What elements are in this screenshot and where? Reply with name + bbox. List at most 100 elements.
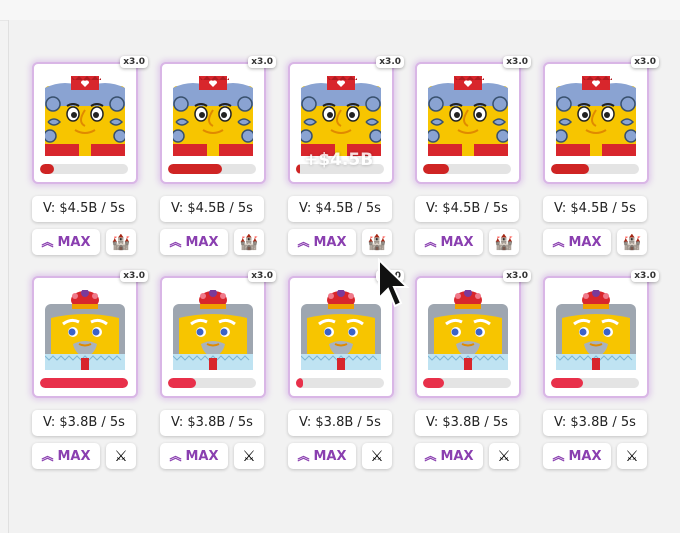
progress-bar bbox=[296, 378, 384, 388]
max-upgrade-button[interactable]: ︽ MAX bbox=[32, 229, 100, 255]
progress-bar bbox=[40, 378, 128, 388]
unit-card[interactable]: x3.0 bbox=[543, 270, 659, 398]
king-portrait-icon bbox=[299, 76, 383, 156]
unit-value-label: V: $3.8B / 5s bbox=[415, 410, 519, 436]
unit-value-label: V: $4.5B / 5s bbox=[160, 196, 264, 222]
progress-bar-fill bbox=[40, 378, 128, 388]
crossed-swords-button[interactable]: ⚔ bbox=[362, 443, 392, 469]
mouse-cursor-icon bbox=[378, 258, 410, 308]
double-chevron-up-icon: ︽ bbox=[297, 449, 310, 463]
max-upgrade-button[interactable]: ︽ MAX bbox=[415, 229, 483, 255]
progress-bar bbox=[168, 378, 256, 388]
crossed-swords-button[interactable]: ⚔ bbox=[489, 443, 519, 469]
crossed-swords-icon: ⚔ bbox=[114, 447, 128, 465]
max-upgrade-button[interactable]: ︽ MAX bbox=[160, 229, 228, 255]
double-chevron-up-icon: ︽ bbox=[552, 449, 565, 463]
progress-bar-fill bbox=[168, 164, 222, 174]
king-portrait-icon bbox=[172, 289, 253, 370]
progress-bar-fill bbox=[551, 164, 589, 174]
max-label: MAX bbox=[57, 449, 91, 464]
crossed-swords-icon: ⚔ bbox=[242, 447, 256, 465]
king-portrait-icon bbox=[43, 76, 127, 156]
unit-value-label: V: $4.5B / 5s bbox=[32, 196, 136, 222]
multiplier-badge: x3.0 bbox=[248, 270, 276, 282]
progress-bar-fill bbox=[40, 164, 55, 174]
king-portrait-icon bbox=[427, 289, 508, 370]
castle-button[interactable]: 🏰 bbox=[489, 229, 519, 255]
unit-card[interactable]: x3.0 bbox=[160, 270, 276, 398]
progress-bar-fill bbox=[423, 164, 450, 174]
max-label: MAX bbox=[185, 449, 219, 464]
max-upgrade-button[interactable]: ︽ MAX bbox=[415, 443, 483, 469]
income-popup: +$4.5B bbox=[304, 150, 374, 170]
progress-bar-fill bbox=[296, 164, 300, 174]
max-label: MAX bbox=[313, 235, 347, 250]
double-chevron-up-icon: ︽ bbox=[297, 235, 310, 249]
multiplier-badge: x3.0 bbox=[503, 56, 531, 68]
max-upgrade-button[interactable]: ︽ MAX bbox=[543, 443, 611, 469]
progress-bar-fill bbox=[423, 378, 445, 388]
double-chevron-up-icon: ︽ bbox=[424, 235, 437, 249]
multiplier-badge: x3.0 bbox=[631, 270, 659, 282]
king-portrait-icon bbox=[554, 76, 638, 156]
progress-bar-fill bbox=[551, 378, 583, 388]
max-upgrade-button[interactable]: ︽ MAX bbox=[32, 443, 100, 469]
multiplier-badge: x3.0 bbox=[631, 56, 659, 68]
castle-button[interactable]: 🏰 bbox=[362, 229, 392, 255]
max-upgrade-button[interactable]: ︽ MAX bbox=[288, 443, 356, 469]
king-portrait-icon bbox=[426, 76, 510, 156]
crossed-swords-button[interactable]: ⚔ bbox=[106, 443, 136, 469]
crossed-swords-icon: ⚔ bbox=[370, 447, 384, 465]
unit-value-label: V: $4.5B / 5s bbox=[288, 196, 392, 222]
crossed-swords-icon: ⚔ bbox=[497, 447, 511, 465]
castle-icon: 🏰 bbox=[111, 233, 131, 251]
unit-card[interactable]: x3.0 bbox=[32, 270, 148, 398]
max-label: MAX bbox=[440, 235, 474, 250]
unit-value-label: V: $3.8B / 5s bbox=[32, 410, 136, 436]
multiplier-badge: x3.0 bbox=[120, 270, 148, 282]
double-chevron-up-icon: ︽ bbox=[41, 449, 54, 463]
max-upgrade-button[interactable]: ︽ MAX bbox=[288, 229, 356, 255]
king-portrait-icon bbox=[44, 289, 125, 370]
crossed-swords-button[interactable]: ⚔ bbox=[234, 443, 264, 469]
progress-bar-fill bbox=[296, 378, 304, 388]
unit-value-label: V: $3.8B / 5s bbox=[160, 410, 264, 436]
castle-icon: 🏰 bbox=[622, 233, 642, 251]
castle-icon: 🏰 bbox=[239, 233, 259, 251]
max-label: MAX bbox=[313, 449, 347, 464]
double-chevron-up-icon: ︽ bbox=[169, 235, 182, 249]
castle-button[interactable]: 🏰 bbox=[234, 229, 264, 255]
unit-value-label: V: $4.5B / 5s bbox=[543, 196, 647, 222]
double-chevron-up-icon: ︽ bbox=[41, 235, 54, 249]
multiplier-badge: x3.0 bbox=[503, 270, 531, 282]
unit-card[interactable]: x3.0 bbox=[415, 56, 531, 184]
unit-card[interactable]: x3.0 bbox=[415, 270, 531, 398]
unit-card[interactable]: x3.0 bbox=[160, 56, 276, 184]
multiplier-badge: x3.0 bbox=[376, 56, 404, 68]
crossed-swords-icon: ⚔ bbox=[625, 447, 639, 465]
progress-bar bbox=[551, 164, 639, 174]
king-portrait-icon bbox=[300, 289, 381, 370]
progress-bar bbox=[40, 164, 128, 174]
king-portrait-icon bbox=[171, 76, 255, 156]
progress-bar bbox=[551, 378, 639, 388]
double-chevron-up-icon: ︽ bbox=[552, 235, 565, 249]
unit-card[interactable]: x3.0 bbox=[543, 56, 659, 184]
unit-value-label: V: $4.5B / 5s bbox=[415, 196, 519, 222]
unit-card[interactable]: x3.0 +$4.5B bbox=[288, 56, 404, 184]
castle-button[interactable]: 🏰 bbox=[617, 229, 647, 255]
max-label: MAX bbox=[440, 449, 474, 464]
max-upgrade-button[interactable]: ︽ MAX bbox=[543, 229, 611, 255]
crossed-swords-button[interactable]: ⚔ bbox=[617, 443, 647, 469]
castle-icon: 🏰 bbox=[494, 233, 514, 251]
double-chevron-up-icon: ︽ bbox=[169, 449, 182, 463]
unit-value-label: V: $3.8B / 5s bbox=[288, 410, 392, 436]
max-upgrade-button[interactable]: ︽ MAX bbox=[160, 443, 228, 469]
king-portrait-icon bbox=[555, 289, 636, 370]
max-label: MAX bbox=[57, 235, 91, 250]
unit-card[interactable]: x3.0 bbox=[32, 56, 148, 184]
castle-button[interactable]: 🏰 bbox=[106, 229, 136, 255]
progress-bar bbox=[423, 378, 511, 388]
max-label: MAX bbox=[568, 235, 602, 250]
double-chevron-up-icon: ︽ bbox=[424, 449, 437, 463]
